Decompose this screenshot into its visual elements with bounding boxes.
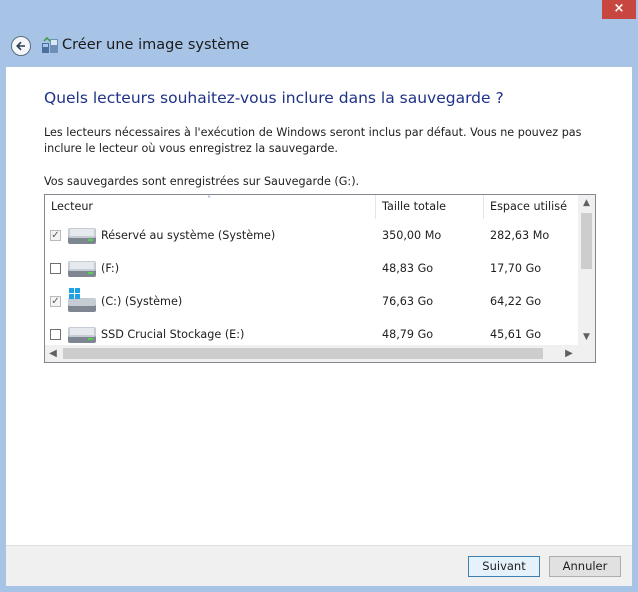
- hard-drive-icon: [68, 261, 96, 277]
- vertical-scrollbar[interactable]: ▲ ▼: [578, 195, 595, 345]
- drive-used-space: 17,70 Go: [490, 262, 542, 275]
- back-arrow-icon: [16, 41, 25, 51]
- table-row[interactable]: (F:) 48,83 Go 17,70 Go: [45, 252, 577, 285]
- dialog-content: Quels lecteurs souhaitez-vous inclure da…: [6, 67, 632, 545]
- windows-drive-icon: [68, 288, 96, 312]
- scrollbar-thumb[interactable]: [63, 348, 543, 359]
- drive-name: Réservé au système (Système): [101, 229, 276, 242]
- drive-checkbox[interactable]: [50, 263, 61, 274]
- window-title: Créer une image système: [62, 37, 250, 53]
- scrollbar-thumb[interactable]: [581, 213, 592, 269]
- drive-total-size: 350,00 Mo: [382, 229, 442, 242]
- scroll-down-icon[interactable]: ▼: [578, 329, 595, 345]
- drive-name: (C:) (Système): [101, 295, 183, 308]
- drive-used-space: 64,22 Go: [490, 295, 542, 308]
- next-button[interactable]: Suivant: [468, 556, 540, 577]
- page-heading: Quels lecteurs souhaitez-vous inclure da…: [44, 89, 504, 107]
- table-row[interactable]: ✓ (C:) (Système) 76,63 Go 64,22 Go: [45, 285, 577, 318]
- drive-checkbox[interactable]: [50, 329, 61, 340]
- drive-name: (F:): [101, 262, 120, 275]
- scroll-right-icon[interactable]: ▶: [561, 345, 577, 362]
- drive-total-size: 48,83 Go: [382, 262, 434, 275]
- column-header-label: Taille totale: [382, 200, 447, 213]
- cancel-button[interactable]: Annuler: [549, 556, 621, 577]
- drive-total-size: 76,63 Go: [382, 295, 434, 308]
- scroll-up-icon[interactable]: ▲: [578, 195, 595, 211]
- hard-drive-icon: [68, 327, 96, 343]
- drive-checkbox: ✓: [50, 230, 61, 241]
- scroll-left-icon[interactable]: ◀: [45, 345, 61, 362]
- window-frame: × Créer une image système Quels lecteurs…: [0, 0, 638, 592]
- sort-ascending-icon: ˄: [207, 195, 211, 204]
- column-header-total-size[interactable]: Taille totale: [376, 195, 484, 219]
- column-header-label: Lecteur: [51, 200, 94, 213]
- horizontal-scrollbar[interactable]: ◀ ▶: [45, 345, 595, 362]
- back-button[interactable]: [11, 36, 31, 56]
- table-row[interactable]: ✓ Réservé au système (Système) 350,00 Mo 28…: [45, 219, 577, 252]
- hard-drive-icon: [68, 228, 96, 244]
- column-header-label: Espace utilisé: [490, 200, 567, 213]
- drives-list[interactable]: Lecteur ˄ Taille totale Espace utilisé ✓…: [44, 194, 596, 363]
- description-text: Les lecteurs nécessaires à l'exécution d…: [44, 126, 582, 155]
- system-image-backup-icon: [42, 37, 58, 53]
- button-bar: Suivant Annuler: [6, 545, 632, 586]
- drive-used-space: 282,63 Mo: [490, 229, 550, 242]
- column-header-used-space[interactable]: Espace utilisé: [484, 195, 579, 219]
- close-button[interactable]: ×: [602, 0, 636, 19]
- drive-checkbox: ✓: [50, 296, 61, 307]
- saved-location-text: Vos sauvegardes sont enregistrées sur Sa…: [44, 175, 360, 188]
